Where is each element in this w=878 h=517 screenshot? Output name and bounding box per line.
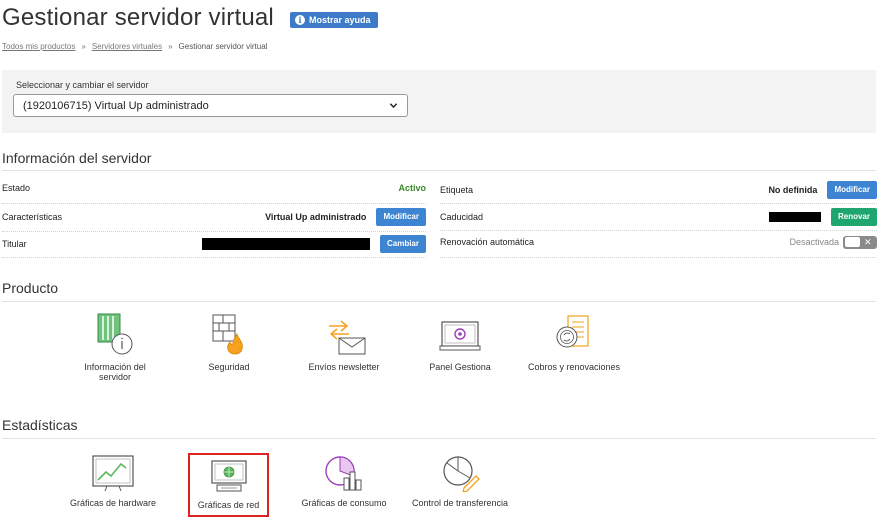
change-owner-button[interactable]: Cambiar bbox=[379, 235, 426, 253]
firewall-icon bbox=[212, 314, 243, 355]
estado-label: Estado bbox=[2, 183, 31, 193]
row-divider bbox=[2, 257, 426, 258]
network-chart-icon bbox=[210, 460, 247, 492]
breadcrumb: Todos mis productos » Servidores virtuales… bbox=[2, 42, 267, 51]
server-select-value: (1920106715) Virtual Up administrado bbox=[23, 99, 209, 112]
renovacion-label: Renovación automática bbox=[440, 237, 535, 247]
etiqueta-value: No definida bbox=[768, 185, 818, 195]
breadcrumb-link-products[interactable]: Todos mis productos bbox=[2, 42, 75, 51]
auto-renew-control: Desactivada ✕ bbox=[789, 235, 877, 249]
server-info-icon bbox=[97, 313, 133, 355]
breadcrumb-current: Gestionar servidor virtual bbox=[178, 42, 268, 51]
stats-item-transfer[interactable]: Control de transferencia bbox=[402, 454, 518, 508]
caracteristicas-value: Virtual Up administrado bbox=[265, 212, 367, 222]
consumption-chart-icon bbox=[325, 456, 362, 491]
close-icon: ✕ bbox=[864, 236, 872, 247]
stats-item-label: Gráficas de hardware bbox=[69, 498, 157, 508]
product-item-label: Información del servidor bbox=[84, 362, 146, 382]
chevron-down-icon bbox=[389, 103, 398, 109]
auto-renew-status: Desactivada bbox=[789, 237, 839, 247]
estadisticas-heading: Estadísticas bbox=[2, 417, 78, 433]
stats-item-consumption[interactable]: Gráficas de consumo bbox=[292, 454, 396, 508]
modify-characteristics-button[interactable]: Modificar bbox=[376, 208, 426, 226]
product-item-label: Seguridad bbox=[208, 362, 250, 372]
caracteristicas-label: Características bbox=[2, 212, 63, 222]
product-item-newsletter[interactable]: Envíos newsletter bbox=[298, 312, 390, 372]
redacted-expiry bbox=[768, 212, 821, 222]
page-title: Gestionar servidor virtual bbox=[2, 4, 274, 31]
auto-renew-toggle[interactable]: ✕ bbox=[843, 235, 877, 249]
product-item-label: Panel Gestiona bbox=[429, 362, 491, 372]
renew-button[interactable]: Renovar bbox=[830, 208, 877, 226]
server-selector-panel: Seleccionar y cambiar el servidor (19201… bbox=[2, 70, 876, 133]
stats-item-network[interactable]: Gráficas de red bbox=[190, 458, 267, 510]
title-row: Gestionar servidor virtual i Mostrar ayu… bbox=[2, 4, 378, 32]
product-item-billing[interactable]: Cobros y renovaciones bbox=[518, 312, 630, 372]
stats-item-label: Gráficas de consumo bbox=[301, 498, 387, 508]
toggle-knob bbox=[845, 237, 860, 247]
product-item-server-info[interactable]: Información del servidor bbox=[70, 312, 160, 382]
newsletter-icon bbox=[329, 320, 366, 355]
info-row-estado: Estado Activo bbox=[2, 175, 426, 201]
row-divider bbox=[440, 257, 877, 258]
show-help-label: Mostrar ayuda bbox=[308, 14, 371, 25]
redacted-titular bbox=[201, 238, 370, 250]
info-row-renovacion: Renovación automática Desactivada ✕ bbox=[440, 229, 877, 255]
titular-label: Titular bbox=[2, 239, 27, 249]
panel-monitor-icon bbox=[439, 321, 481, 351]
billing-icon bbox=[556, 315, 589, 348]
product-item-security[interactable]: Seguridad bbox=[189, 312, 269, 372]
info-row-etiqueta: Etiqueta No definida Modificar bbox=[440, 177, 877, 203]
stats-item-label: Gráficas de red bbox=[197, 500, 260, 510]
divider bbox=[2, 301, 876, 302]
breadcrumb-separator: » bbox=[168, 42, 173, 51]
show-help-button[interactable]: i Mostrar ayuda bbox=[289, 11, 378, 28]
transfer-control-icon bbox=[443, 456, 480, 492]
info-row-titular: Titular Cambiar bbox=[2, 231, 426, 257]
divider bbox=[2, 170, 876, 171]
server-info-heading: Información del servidor bbox=[2, 150, 152, 166]
divider bbox=[2, 438, 876, 439]
breadcrumb-link-virtual-servers[interactable]: Servidores virtuales bbox=[92, 42, 162, 51]
product-item-panel[interactable]: Panel Gestiona bbox=[418, 312, 502, 372]
product-item-label: Envíos newsletter bbox=[308, 362, 380, 372]
stats-item-hardware[interactable]: Gráficas de hardware bbox=[60, 454, 166, 508]
server-selector-label: Seleccionar y cambiar el servidor bbox=[16, 80, 149, 90]
caducidad-label: Caducidad bbox=[440, 212, 484, 222]
producto-heading: Producto bbox=[2, 280, 59, 296]
info-row-caducidad: Caducidad Renovar bbox=[440, 204, 877, 230]
hardware-chart-icon bbox=[92, 455, 134, 492]
stats-item-label: Control de transferencia bbox=[411, 498, 509, 508]
product-item-label: Cobros y renovaciones bbox=[527, 362, 621, 372]
server-select[interactable]: (1920106715) Virtual Up administrado bbox=[13, 94, 408, 117]
info-row-caracteristicas: Características Virtual Up administrado … bbox=[2, 204, 426, 230]
breadcrumb-separator: » bbox=[81, 42, 86, 51]
etiqueta-label: Etiqueta bbox=[440, 185, 474, 195]
info-icon: i bbox=[294, 14, 305, 25]
estado-value: Activo bbox=[398, 183, 426, 193]
modify-label-button[interactable]: Modificar bbox=[827, 181, 877, 199]
